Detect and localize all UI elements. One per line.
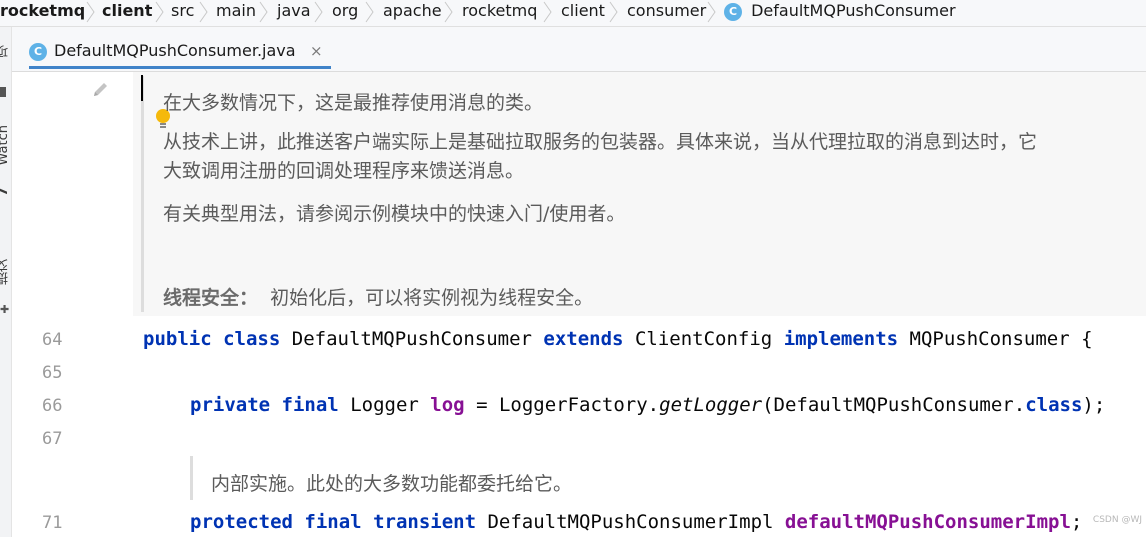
tool-window-number: 7 xyxy=(0,187,11,197)
keyword: implements xyxy=(783,328,899,350)
breadcrumb-item-java[interactable]: java xyxy=(277,0,311,26)
breadcrumb-separator-icon xyxy=(543,1,552,23)
active-tab-indicator xyxy=(29,66,331,69)
breadcrumb-item-main[interactable]: main xyxy=(216,0,256,26)
breadcrumb-item-client-2[interactable]: client xyxy=(561,0,605,26)
text-caret xyxy=(141,75,143,101)
breadcrumb: rocketmq client src main java org apache… xyxy=(0,0,1146,27)
tab-label: DefaultMQPushConsumer.java xyxy=(54,41,296,60)
breadcrumb-separator-icon xyxy=(365,1,374,23)
field-name: defaultMQPushConsumerImpl xyxy=(784,511,1071,533)
doc-line: 有关典型用法，请参阅示例模块中的快速入门/使用者。 xyxy=(163,203,626,225)
parent-class: ClientConfig xyxy=(634,328,773,350)
tool-window-watch[interactable]: Watch xyxy=(0,125,11,165)
keyword: final xyxy=(281,394,339,416)
field-name: log xyxy=(430,394,465,416)
thread-safety-line: 线程安全： 初始化后，可以将实例视为线程安全。 xyxy=(163,283,593,310)
statement-end: ); xyxy=(1082,394,1106,416)
keyword: transient xyxy=(373,511,477,533)
breadcrumb-separator-icon xyxy=(609,1,618,23)
thread-safety-label: 线程安全： xyxy=(163,287,259,309)
type-name: Logger xyxy=(350,394,419,416)
brace: { xyxy=(1081,328,1093,350)
breadcrumb-class-label: DefaultMQPushConsumer xyxy=(751,1,956,20)
tab-defaultmqpushconsumer[interactable]: C DefaultMQPushConsumer.java × xyxy=(29,35,331,69)
breadcrumb-separator-icon xyxy=(444,1,453,23)
keyword: extends xyxy=(543,328,624,350)
factory-ref: LoggerFactory. xyxy=(498,394,660,416)
rendered-doc-comment-line: 内部实施。此处的大多数功能都委托给它。 xyxy=(211,473,573,495)
breadcrumb-item-apache[interactable]: apache xyxy=(383,0,442,26)
doc-line: 在大多数情况下，这是最推荐使用消息的类。 xyxy=(163,92,544,114)
argument: (DefaultMQPushConsumer. xyxy=(762,394,1026,416)
breadcrumb-separator-icon xyxy=(314,1,323,23)
keyword: protected xyxy=(190,511,293,533)
code-line-66: private final Logger log = LoggerFactory… xyxy=(190,394,1105,416)
breadcrumb-separator-icon xyxy=(707,1,716,23)
breadcrumb-separator-icon xyxy=(259,1,268,23)
left-tool-strip: 项 Watch 7 提交 ✚ xyxy=(0,27,12,537)
tool-window-commit[interactable]: 提交 xyxy=(0,259,11,285)
breadcrumb-item-rocketmq[interactable]: rocketmq xyxy=(0,0,85,26)
watermark: CSDN @WJ xyxy=(1092,515,1142,525)
class-icon: C xyxy=(29,43,47,61)
doc-comment-bar xyxy=(141,76,144,312)
keyword: class xyxy=(1025,394,1083,416)
breadcrumb-separator-icon xyxy=(155,1,164,23)
method-name: getLogger xyxy=(659,394,763,416)
breadcrumb-item-client[interactable]: client xyxy=(102,0,152,26)
close-icon[interactable]: × xyxy=(310,42,323,60)
doc-comment-bar xyxy=(190,456,193,500)
breadcrumb-separator-icon xyxy=(86,1,95,23)
line-number: 66 xyxy=(42,396,63,416)
statement-end: ; xyxy=(1070,511,1083,533)
breadcrumb-item-class[interactable]: C DefaultMQPushConsumer xyxy=(724,0,956,26)
line-number: 67 xyxy=(42,429,63,449)
line-number: 64 xyxy=(42,330,63,350)
tool-window-marker-icon xyxy=(0,87,6,97)
doc-line: 从技术上讲，此推送客户端实际上是基础拉取服务的包装器。具体来说，当从代理拉取的消… xyxy=(163,131,1038,153)
keyword: private xyxy=(190,394,271,416)
class-name: DefaultMQPushConsumer xyxy=(291,328,532,350)
breadcrumb-item-rocketmq-2[interactable]: rocketmq xyxy=(462,0,537,26)
line-number: 71 xyxy=(42,513,63,533)
type-name: DefaultMQPushConsumerImpl xyxy=(487,511,774,533)
code-editor[interactable]: 在大多数情况下，这是最推荐使用消息的类。 从技术上讲，此推送客户端实际上是基础拉… xyxy=(133,72,1146,537)
breadcrumb-item-org[interactable]: org xyxy=(332,0,358,26)
editor-tab-bar: C DefaultMQPushConsumer.java × xyxy=(12,27,1146,72)
pencil-icon[interactable] xyxy=(91,80,111,100)
breadcrumb-separator-icon xyxy=(199,1,208,23)
keyword: public xyxy=(143,328,212,350)
line-number: 65 xyxy=(42,363,63,383)
rendered-doc-comment: 在大多数情况下，这是最推荐使用消息的类。 从技术上讲，此推送客户端实际上是基础拉… xyxy=(133,72,1146,316)
breadcrumb-item-consumer[interactable]: consumer xyxy=(627,0,706,26)
line-number-gutter: 64 65 66 67 71 xyxy=(12,72,134,537)
operator: = xyxy=(476,394,488,416)
pin-icon: ✚ xyxy=(0,303,10,316)
keyword: final xyxy=(304,511,362,533)
keyword: class xyxy=(223,328,281,350)
breadcrumb-item-src[interactable]: src xyxy=(171,0,194,26)
tool-window-project[interactable]: 项 xyxy=(0,45,11,58)
code-line-71: protected final transient DefaultMQPushC… xyxy=(190,511,1082,533)
code-line-64: public class DefaultMQPushConsumer exten… xyxy=(143,328,1093,350)
interface-name: MQPushConsumer xyxy=(909,328,1070,350)
class-icon: C xyxy=(724,2,742,21)
thread-safety-text: 初始化后，可以将实例视为线程安全。 xyxy=(270,287,594,309)
doc-line: 大致调用注册的回调处理程序来馈送消息。 xyxy=(163,160,525,182)
